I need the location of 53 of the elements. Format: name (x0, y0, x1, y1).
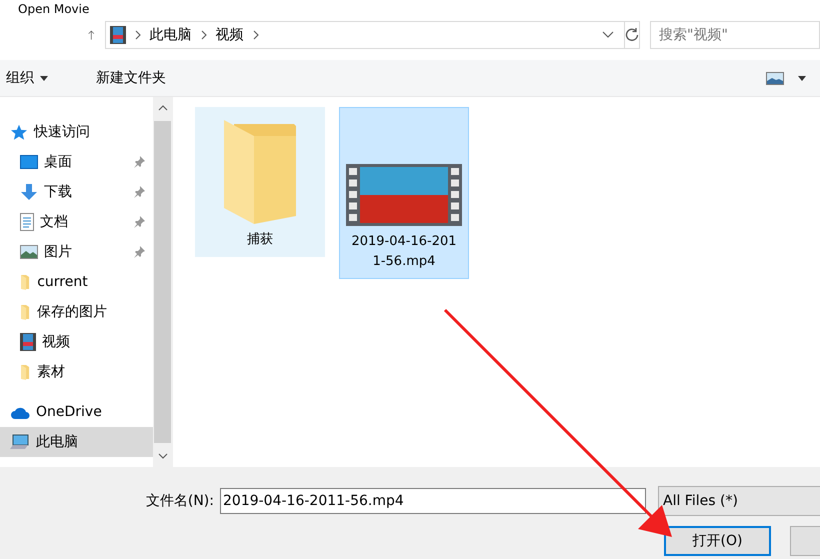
chevron-right-icon (134, 30, 142, 40)
window-title: Open Movie (18, 2, 90, 16)
address-bar[interactable]: 此电脑 视频 (104, 21, 625, 49)
file-name: 捕获 (246, 231, 274, 249)
sidebar-item[interactable]: 下载 (0, 177, 153, 207)
sidebar-item[interactable]: current (0, 267, 153, 297)
computer-icon (10, 434, 30, 450)
document-icon (20, 213, 34, 231)
chevron-right-icon (252, 30, 260, 40)
new-folder-button[interactable]: 新建文件夹 (92, 65, 170, 91)
pin-icon[interactable] (133, 216, 145, 228)
cloud-icon (10, 406, 30, 418)
sidebar-item[interactable]: 素材 (0, 357, 153, 387)
folder-icon (20, 304, 32, 320)
sidebar-item[interactable]: 桌面 (0, 147, 153, 177)
caret-icon (798, 76, 806, 80)
caret-icon (40, 76, 48, 80)
picture-icon (20, 245, 38, 259)
organize-menu[interactable]: 组织 (2, 65, 52, 91)
down-arrow-icon (20, 183, 38, 201)
film-icon (110, 26, 126, 44)
sidebar-item[interactable]: 视频 (0, 327, 153, 357)
folder-icon (224, 120, 296, 224)
monitor-icon (20, 155, 38, 169)
sidebar-item[interactable]: 文档 (0, 207, 153, 237)
up-arrow-icon[interactable] (88, 28, 95, 42)
chevron-right-icon (200, 30, 208, 40)
scrollbar[interactable] (153, 97, 172, 467)
pin-icon[interactable] (133, 186, 145, 198)
film-icon (20, 333, 36, 351)
search-field[interactable]: 搜索"视频" (650, 21, 820, 49)
sidebar-item[interactable]: 图片 (0, 237, 153, 267)
pin-icon[interactable] (133, 156, 145, 168)
breadcrumb[interactable]: 视频 (216, 26, 244, 44)
open-button[interactable]: 打开(O) (664, 526, 771, 556)
folder-icon (20, 274, 32, 290)
sidebar-item[interactable]: 此电脑 (0, 427, 153, 457)
file-name: 2019-04-16-2011-56.mp4 (350, 233, 458, 271)
sidebar-item[interactable]: 快速访问 (0, 117, 153, 147)
picture-icon (766, 72, 784, 84)
file-tile[interactable]: 2019-04-16-2011-56.mp4 (339, 107, 469, 279)
breadcrumb[interactable]: 此电脑 (150, 26, 192, 44)
refresh-button[interactable] (624, 21, 640, 49)
chevron-down-icon[interactable] (602, 31, 614, 39)
sidebar-item[interactable]: OneDrive (0, 397, 153, 427)
pin-icon[interactable] (133, 246, 145, 258)
sidebar-item[interactable]: 保存的图片 (0, 297, 153, 327)
folder-icon (20, 364, 32, 380)
file-name-field[interactable]: 2019-04-16-2011-56.mp4 (220, 488, 646, 514)
file-name-label: 文件名(N): (144, 492, 215, 510)
file-type-dropdown[interactable]: All Files (*) (658, 486, 820, 516)
file-tile[interactable]: 捕获 (195, 107, 325, 257)
star-icon (10, 124, 28, 140)
